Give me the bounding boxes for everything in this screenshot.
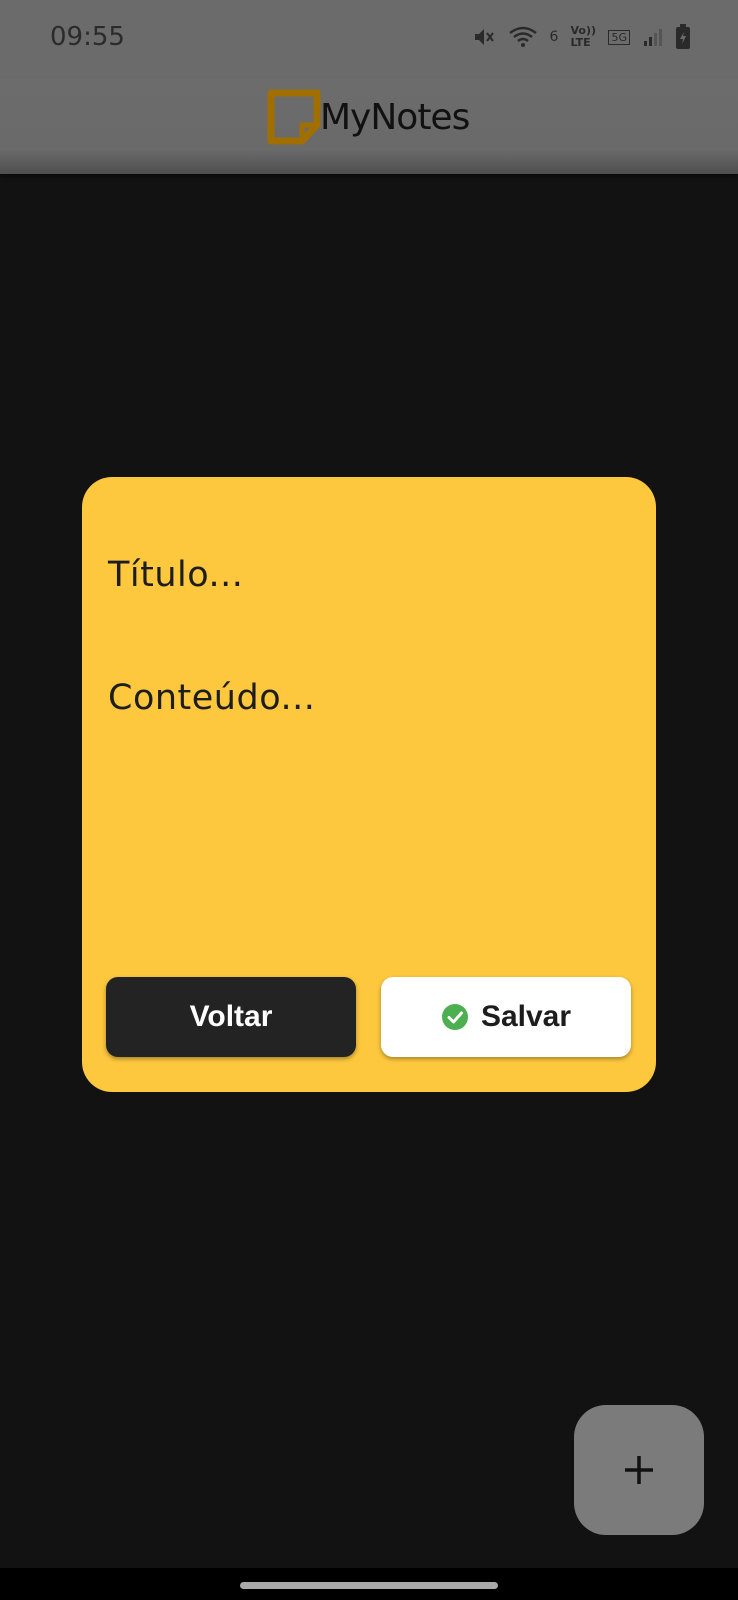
back-button-label: Voltar [189, 1000, 273, 1033]
status-bar: 09:55 6 Vo)) LTE 5G [0, 0, 738, 78]
fiveg-label: 5G [608, 29, 630, 45]
back-button[interactable]: Voltar [106, 977, 356, 1057]
volte-label: Vo)) LTE [570, 24, 596, 49]
app-logo: MyNotes [266, 88, 470, 146]
plus-icon [625, 1456, 653, 1484]
mute-icon [474, 29, 494, 45]
wifi-icon [508, 26, 537, 47]
app-name: MyNotes [320, 96, 470, 138]
note-logo-icon [267, 89, 321, 145]
signal-icon [644, 29, 662, 46]
content-input[interactable]: Conteúdo... [108, 678, 315, 718]
gesture-handle[interactable] [240, 1582, 498, 1589]
note-dialog: Título... Conteúdo... Voltar Salvar [82, 477, 656, 1092]
check-circle-icon [441, 1004, 468, 1030]
status-icons: 6 Vo)) LTE 5G [472, 24, 690, 50]
app-bar: MyNotes [0, 78, 738, 174]
save-button-label: Salvar [480, 1000, 572, 1033]
battery-icon [676, 24, 690, 49]
wifi-label: 6 [549, 29, 559, 45]
add-note-button[interactable] [574, 1405, 704, 1535]
save-button[interactable]: Salvar [381, 977, 631, 1057]
status-time: 09:55 [50, 22, 125, 52]
title-input[interactable]: Título... [108, 555, 243, 595]
